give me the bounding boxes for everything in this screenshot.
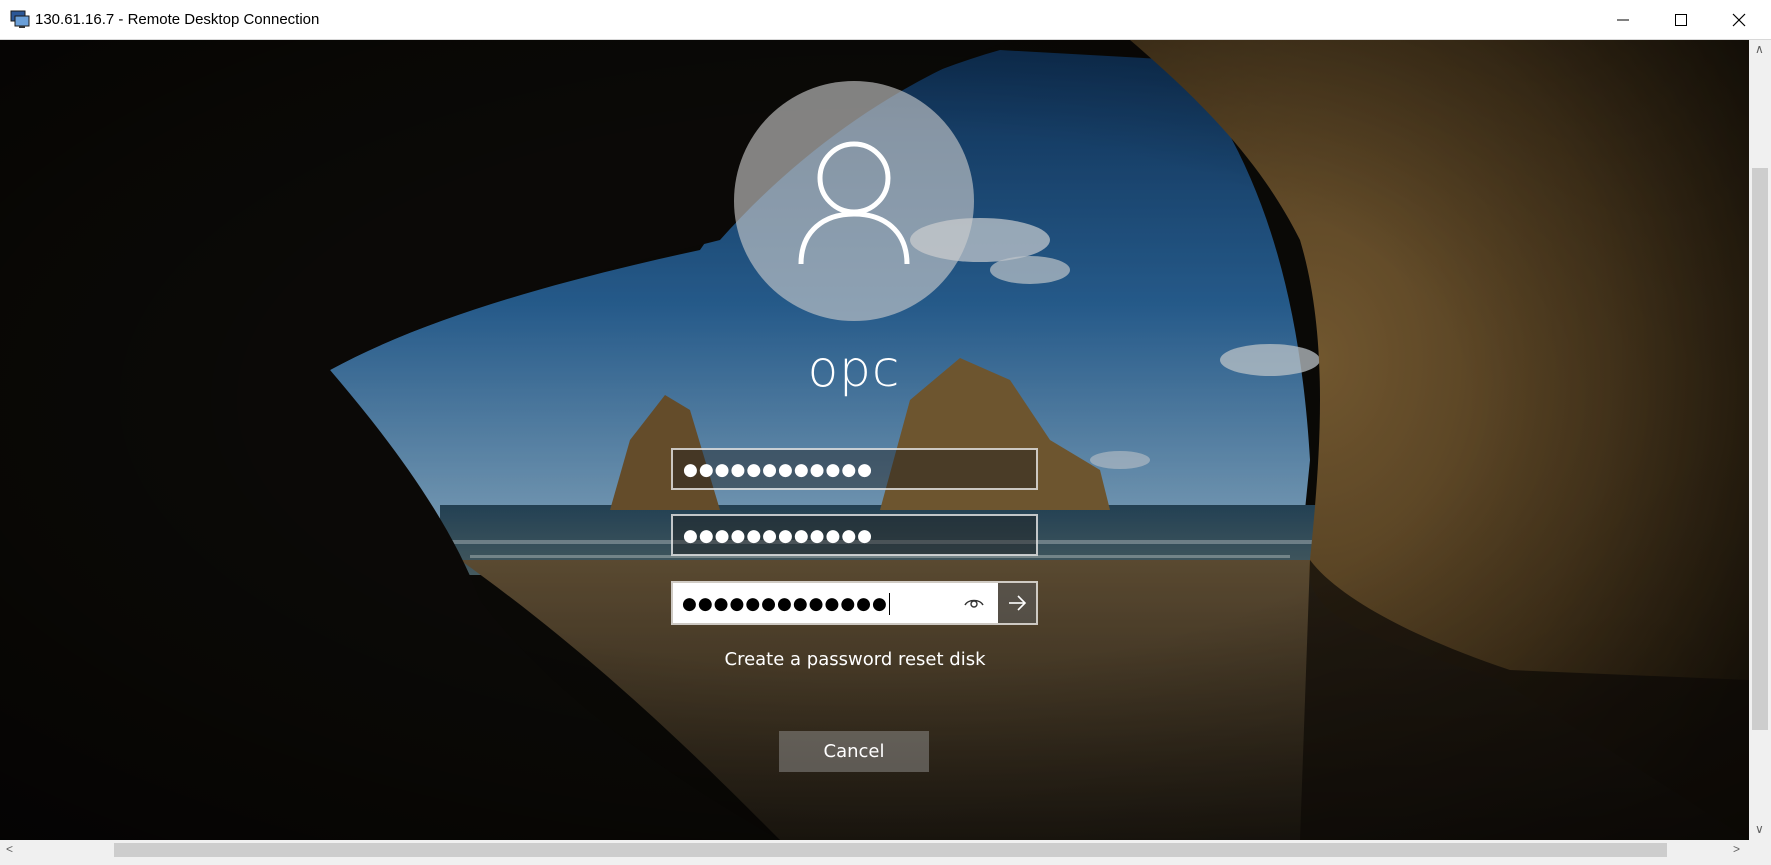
- field-value: ●●●●●●●●●●●●: [683, 460, 874, 480]
- username-label: opc: [807, 340, 901, 398]
- minimize-icon: [1617, 19, 1629, 20]
- field-value: ●●●●●●●●●●●●: [683, 526, 874, 546]
- scroll-right-icon[interactable]: >: [1733, 842, 1740, 856]
- credential-field-2[interactable]: ●●●●●●●●●●●●: [671, 514, 1038, 556]
- submit-button[interactable]: [998, 583, 1036, 623]
- remote-session-viewport[interactable]: opc ●●●●●●●●●●●● ●●●●●●●●●●●● ●●●●●●●●●●…: [0, 40, 1749, 840]
- credential-field-1[interactable]: ●●●●●●●●●●●●: [671, 448, 1038, 490]
- close-button[interactable]: [1710, 0, 1768, 39]
- password-value: ●●●●●●●●●●●●●: [682, 593, 890, 615]
- cancel-button[interactable]: Cancel: [779, 731, 929, 772]
- user-icon: [798, 141, 910, 265]
- arrow-right-icon: [1009, 595, 1027, 611]
- scroll-down-icon[interactable]: ∨: [1755, 822, 1764, 836]
- maximize-button[interactable]: [1652, 0, 1710, 39]
- window-title: 130.61.16.7 - Remote Desktop Connection: [35, 11, 320, 28]
- vertical-scrollbar[interactable]: ∧ ∨: [1749, 40, 1771, 840]
- remote-desktop-icon: [10, 10, 30, 28]
- password-box: ●●●●●●●●●●●●●: [671, 581, 1038, 625]
- horizontal-scroll-thumb[interactable]: [114, 843, 1667, 857]
- password-reset-link[interactable]: Create a password reset disk: [680, 649, 1030, 670]
- password-input[interactable]: ●●●●●●●●●●●●●: [673, 583, 998, 623]
- minimize-button[interactable]: [1594, 0, 1652, 39]
- window-bottom-edge: [0, 860, 1771, 865]
- close-icon: [1732, 13, 1746, 26]
- scroll-left-icon[interactable]: <: [6, 842, 13, 856]
- text-caret: [888, 593, 890, 615]
- title-bar: 130.61.16.7 - Remote Desktop Connection: [0, 0, 1771, 40]
- horizontal-scrollbar[interactable]: < >: [0, 840, 1771, 860]
- user-avatar: [734, 81, 974, 321]
- eye-icon: [964, 599, 984, 608]
- password-dots: ●●●●●●●●●●●●●: [682, 594, 888, 614]
- vertical-scroll-thumb[interactable]: [1752, 168, 1768, 730]
- maximize-icon: [1675, 13, 1687, 26]
- scroll-up-icon[interactable]: ∧: [1755, 42, 1764, 56]
- reveal-password-button[interactable]: [961, 591, 987, 615]
